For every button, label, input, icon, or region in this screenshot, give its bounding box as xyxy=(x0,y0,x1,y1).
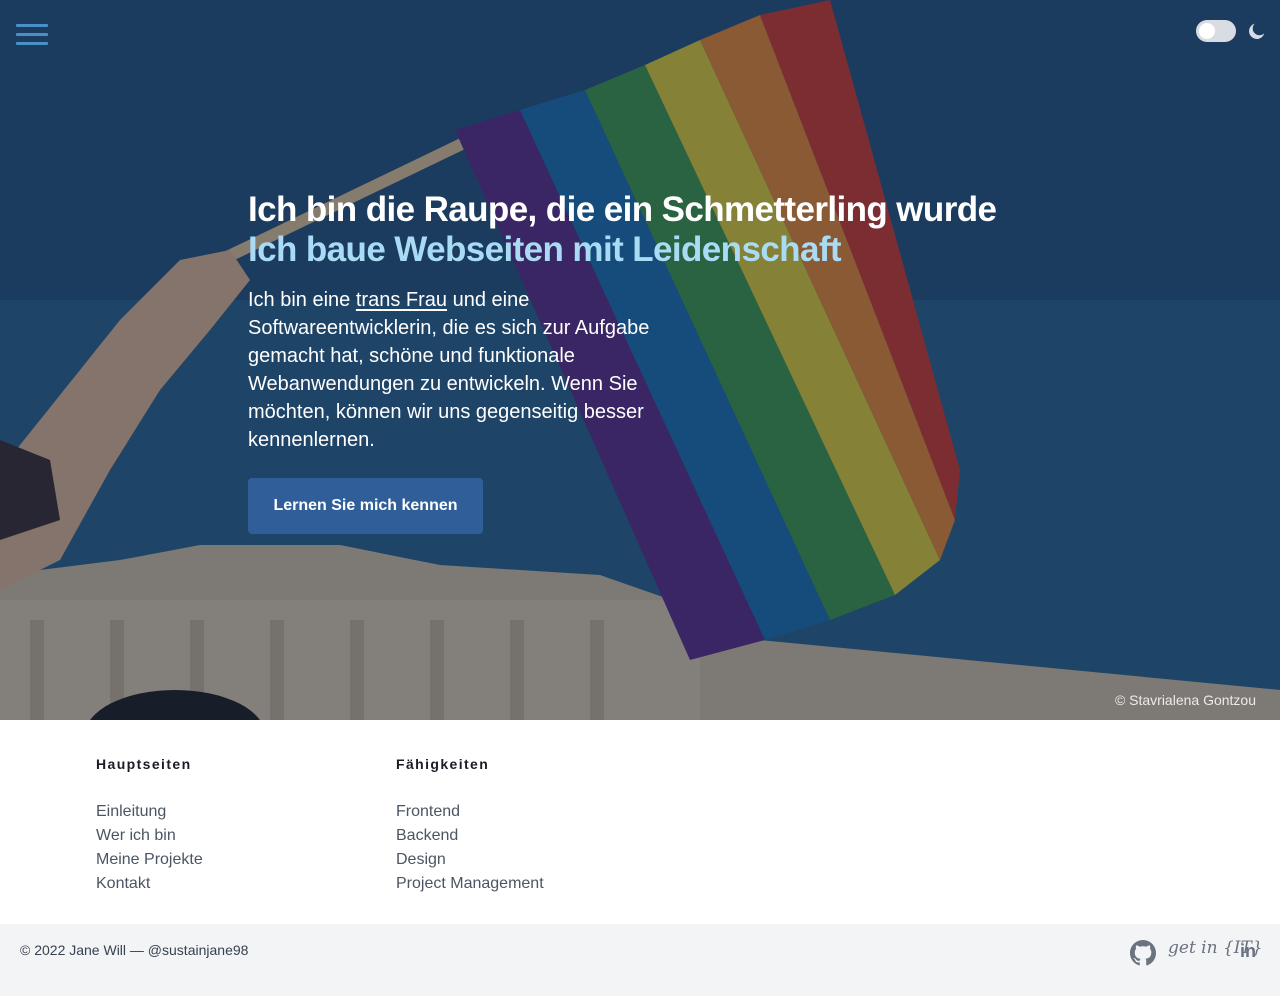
footer-column-main-pages: Hauptseiten Einleitung Wer ich bin Meine… xyxy=(96,756,203,896)
footer-link-kontakt[interactable]: Kontakt xyxy=(96,872,203,896)
footer-link-meine-projekte[interactable]: Meine Projekte xyxy=(96,848,203,872)
footer-heading: Fähigkeiten xyxy=(396,756,490,772)
footer-navigation: Hauptseiten Einleitung Wer ich bin Meine… xyxy=(0,720,1280,924)
footer-link-wer-ich-bin[interactable]: Wer ich bin xyxy=(96,824,203,848)
theme-toggle-knob xyxy=(1199,23,1215,39)
footer-link-list: Einleitung Wer ich bin Meine Projekte Ko… xyxy=(96,800,203,896)
footer-link-einleitung[interactable]: Einleitung xyxy=(96,800,203,824)
linkedin-icon[interactable]: in xyxy=(1240,941,1260,961)
intro-text-end: und eine Softwareentwicklerin, die es si… xyxy=(248,289,650,451)
hero-title: Ich bin die Raupe, die ein Schmetterling… xyxy=(248,190,997,229)
menu-line xyxy=(16,24,48,27)
footer-link-project-management[interactable]: Project Management xyxy=(396,872,544,896)
photo-credit: © Stavrialena Gontzou xyxy=(1114,692,1256,708)
intro-text-start: Ich bin eine xyxy=(248,289,356,311)
footer-link-backend[interactable]: Backend xyxy=(396,824,544,848)
menu-line xyxy=(16,42,48,45)
hero-content: Ich bin die Raupe, die ein Schmetterling… xyxy=(248,190,1068,534)
theme-toggle[interactable] xyxy=(1196,20,1236,42)
bottom-bar: © 2022 Jane Will — @sustainjane98 get in… xyxy=(0,924,1280,996)
hero-section: Ich bin die Raupe, die ein Schmetterling… xyxy=(0,0,1280,720)
trans-frau-link[interactable]: trans Frau xyxy=(356,289,447,311)
hamburger-menu-icon[interactable] xyxy=(16,22,48,48)
copyright-text: © 2022 Jane Will — @sustainjane98 xyxy=(20,942,249,958)
footer-link-frontend[interactable]: Frontend xyxy=(396,800,544,824)
hero-intro-text: Ich bin eine trans Frau und eine Softwar… xyxy=(248,286,688,454)
menu-line xyxy=(16,33,48,36)
hero-subtitle: Ich baue Webseiten mit Leidenschaft xyxy=(248,230,842,269)
moon-icon[interactable] xyxy=(1246,20,1268,42)
footer-link-list: Frontend Backend Design Project Manageme… xyxy=(396,800,544,896)
get-to-know-me-button[interactable]: Lernen Sie mich kennen xyxy=(248,478,483,534)
footer-link-design[interactable]: Design xyxy=(396,848,544,872)
footer-column-skills: Fähigkeiten Frontend Backend Design Proj… xyxy=(396,756,544,896)
github-icon[interactable] xyxy=(1130,940,1156,966)
footer-heading: Hauptseiten xyxy=(96,756,192,772)
